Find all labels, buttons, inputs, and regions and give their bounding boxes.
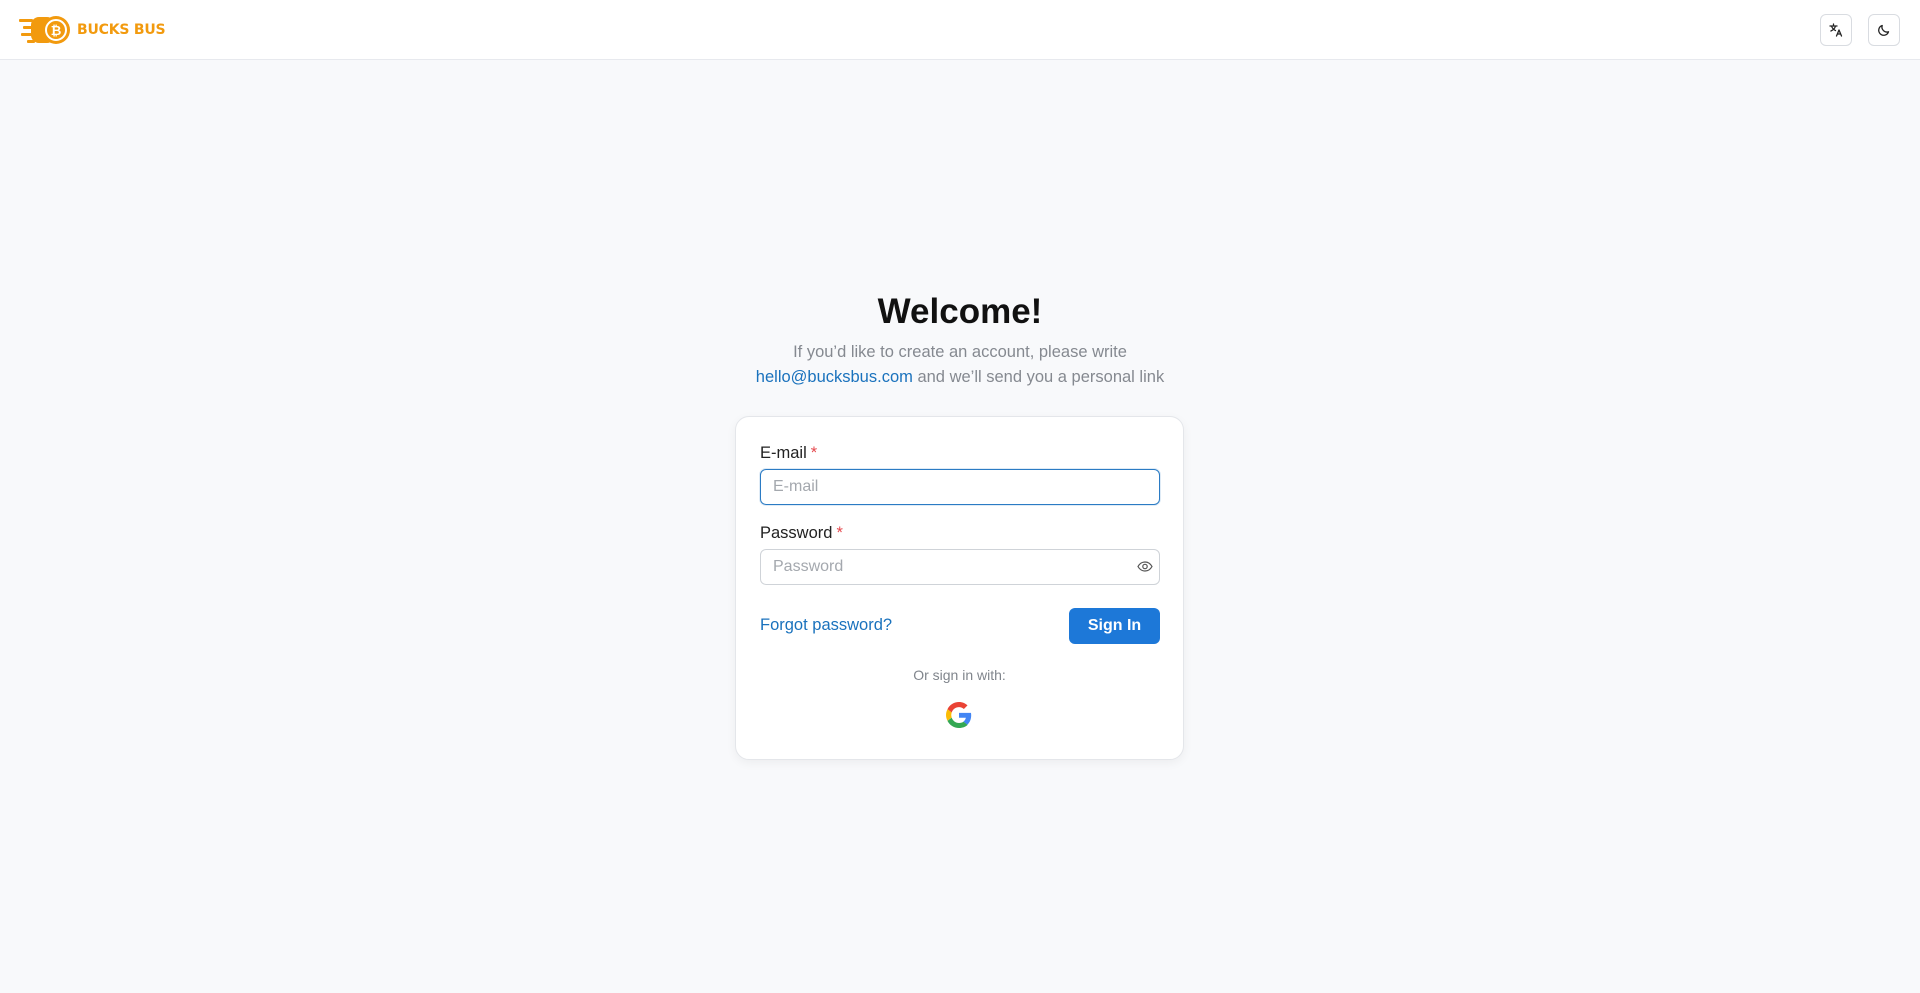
password-input[interactable]	[760, 549, 1160, 585]
subtitle-line-1: If you’d like to create an account, plea…	[793, 343, 1127, 361]
theme-toggle-button[interactable]	[1868, 14, 1900, 46]
page-title: Welcome!	[877, 292, 1043, 331]
subtitle-line-2: hello@bucksbus.com and we’ll send you a …	[0, 365, 1920, 390]
required-marker: *	[810, 444, 818, 462]
subtitle-line-2-text: and we’ll send you a personal link	[912, 368, 1165, 386]
eye-icon	[1137, 560, 1153, 572]
sign-in-button[interactable]: Sign In	[1069, 608, 1160, 644]
email-input[interactable]	[760, 469, 1160, 505]
svg-text:₿: ₿	[51, 24, 62, 39]
moon-icon	[1878, 24, 1890, 36]
login-card: E-mail* Password* Forgot password? Sign …	[735, 416, 1184, 760]
brand-logo[interactable]: ₿ BUCKS BUS	[19, 13, 166, 47]
alt-signin-label: Or sign in with:	[913, 667, 1006, 683]
signup-instructions: If you’d like to create an account, plea…	[0, 340, 1920, 390]
show-password-toggle[interactable]	[1136, 559, 1154, 573]
top-bar: ₿ BUCKS BUS	[0, 0, 1920, 60]
email-label: E-mail *	[760, 444, 817, 463]
bus-logo-icon: ₿	[19, 16, 70, 44]
required-marker: *	[836, 524, 843, 542]
forgot-password-link[interactable]: Forgot password?	[760, 616, 892, 635]
language-button[interactable]	[1820, 14, 1852, 46]
contact-email-link[interactable]: hello@bucksbus.com	[756, 368, 913, 386]
password-label: Password *	[760, 524, 843, 543]
google-icon	[946, 702, 972, 728]
brand-name: BUCKS BUS	[77, 22, 166, 38]
password-label-text: Password	[760, 524, 833, 542]
translate-icon	[1829, 23, 1843, 37]
google-signin-button[interactable]	[944, 700, 974, 730]
email-label-text: E-mail	[760, 444, 807, 462]
